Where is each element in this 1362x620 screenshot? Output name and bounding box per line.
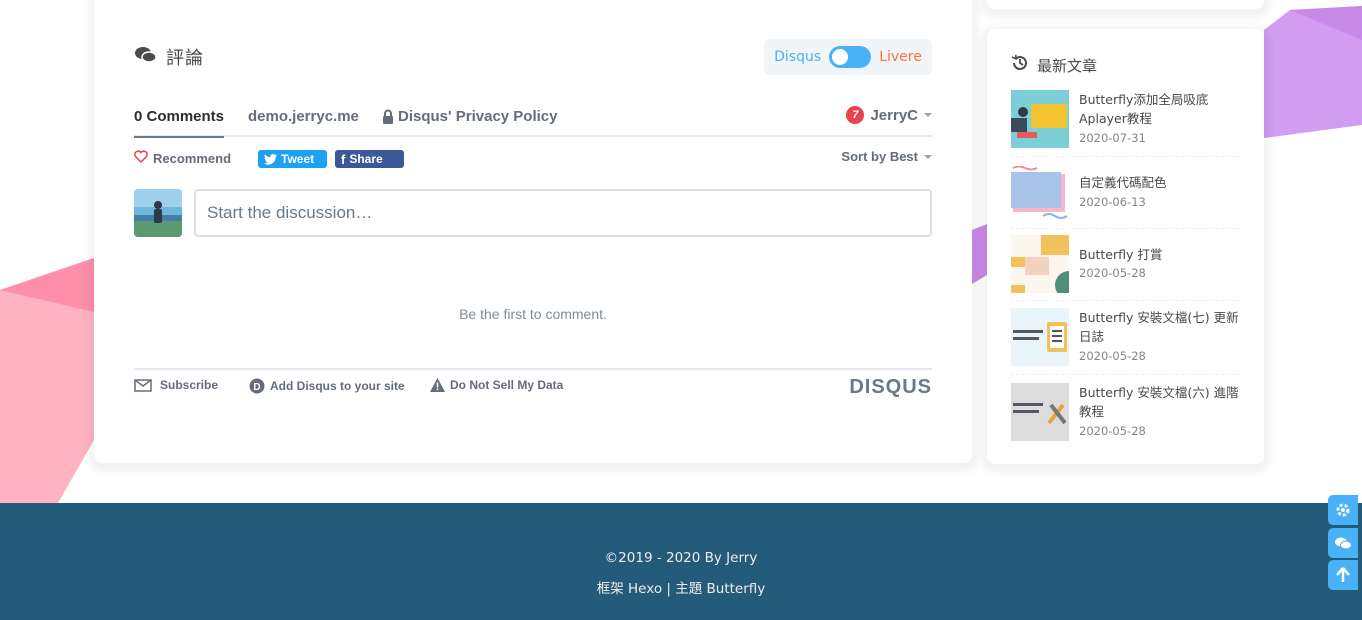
post-thumbnail[interactable] xyxy=(1011,383,1069,441)
gear-icon xyxy=(1336,503,1350,517)
post-title[interactable]: Butterfly添加全局吸底Aplayer教程 xyxy=(1079,90,1239,128)
empty-comments-text: Be the first to comment. xyxy=(459,306,607,322)
post-thumbnail[interactable] xyxy=(1011,308,1069,366)
post-date: 2020-05-28 xyxy=(1079,424,1146,438)
tweet-label: Tweet xyxy=(281,152,315,166)
chevron-down-icon xyxy=(924,154,932,159)
arrow-up-icon xyxy=(1336,567,1350,582)
subscribe-link[interactable]: Subscribe xyxy=(134,378,218,392)
heart-icon xyxy=(134,150,148,166)
recent-post-item[interactable]: Butterfly 安裝文檔(七) 更新日誌 2020-05-28 xyxy=(1011,308,1239,366)
twitter-icon xyxy=(264,153,277,165)
tab-privacy-policy[interactable]: Disqus' Privacy Policy xyxy=(382,108,557,125)
facebook-share-button[interactable]: f Share xyxy=(335,150,404,168)
post-title[interactable]: Butterfly 打賞 xyxy=(1079,245,1239,264)
share-label: Share xyxy=(349,152,383,166)
post-thumbnail[interactable] xyxy=(1011,90,1069,148)
disqus-nav: 0 Comments demo.jerryc.me Disqus' Privac… xyxy=(134,100,932,138)
add-disqus-link[interactable]: D Add Disqus to your site xyxy=(249,378,405,394)
divider xyxy=(1011,374,1239,375)
tab-community[interactable]: demo.jerryc.me xyxy=(248,108,359,125)
do-not-sell-label: Do Not Sell My Data xyxy=(450,378,564,392)
subscribe-label: Subscribe xyxy=(160,378,219,392)
facebook-icon: f xyxy=(341,151,346,167)
comments-icon xyxy=(1335,537,1352,549)
footer-copyright: ©2019 - 2020 By Jerry xyxy=(604,550,758,566)
disqus-actions: Recommend Tweet f Share Sort by Best xyxy=(134,148,932,170)
divider xyxy=(1011,300,1239,301)
switch-livere-label[interactable]: Livere xyxy=(879,49,922,65)
post-date: 2020-05-28 xyxy=(1079,266,1146,280)
site-footer: ©2019 - 2020 By Jerry 框架 Hexo | 主題 Butte… xyxy=(0,503,1362,620)
recent-posts-title: 最新文章 xyxy=(1037,56,1098,75)
recent-post-item[interactable]: Butterfly 安裝文檔(六) 進階教程 2020-05-28 xyxy=(1011,383,1239,441)
recommend-button[interactable]: Recommend xyxy=(134,150,231,166)
chevron-down-icon xyxy=(924,113,932,117)
post-title[interactable]: Butterfly 安裝文檔(六) 進階教程 xyxy=(1079,383,1239,421)
user-menu[interactable]: 7 JerryC xyxy=(846,106,932,124)
post-thumbnail[interactable] xyxy=(1011,235,1069,293)
comment-header: 評論 xyxy=(134,44,204,70)
post-date: 2020-06-13 xyxy=(1079,195,1146,209)
sort-label: Sort by Best xyxy=(841,149,918,164)
tweet-button[interactable]: Tweet xyxy=(258,150,327,168)
back-to-top-button[interactable] xyxy=(1328,560,1358,590)
post-date: 2020-07-31 xyxy=(1079,131,1146,145)
envelope-icon xyxy=(134,378,152,392)
tab-comments-count[interactable]: 0 Comments xyxy=(134,108,225,138)
svg-text:D: D xyxy=(253,382,260,393)
disqus-d-icon: D xyxy=(249,378,265,394)
divider xyxy=(1011,156,1239,157)
avatar xyxy=(134,189,182,237)
comment-switch: Disqus Livere xyxy=(764,39,932,75)
do-not-sell-link[interactable]: Do Not Sell My Data xyxy=(430,378,563,392)
recent-post-item[interactable]: 自定義代碼配色 2020-06-13 xyxy=(1011,166,1239,224)
recent-post-item[interactable]: Butterfly添加全局吸底Aplayer教程 2020-07-31 xyxy=(1011,90,1239,148)
recommend-label: Recommend xyxy=(153,150,232,166)
footer-framework[interactable]: 框架 Hexo | 主題 Butterfly xyxy=(0,577,1362,597)
disqus-logo[interactable]: DISQUS xyxy=(849,376,932,399)
post-date: 2020-05-28 xyxy=(1079,349,1146,363)
recent-posts-header: 最新文章 xyxy=(1011,54,1097,76)
settings-button[interactable] xyxy=(1328,495,1358,525)
username: JerryC xyxy=(870,106,918,124)
privacy-policy-label: Disqus' Privacy Policy xyxy=(398,108,558,125)
comments-jump-button[interactable] xyxy=(1328,528,1358,558)
history-icon xyxy=(1011,54,1029,76)
notification-badge[interactable]: 7 xyxy=(846,106,865,124)
add-disqus-label: Add Disqus to your site xyxy=(270,379,405,393)
switch-disqus-label[interactable]: Disqus xyxy=(774,49,821,65)
post-title[interactable]: 自定義代碼配色 xyxy=(1079,173,1239,192)
sort-dropdown[interactable]: Sort by Best xyxy=(841,149,932,164)
post-thumbnail[interactable] xyxy=(1011,166,1069,224)
warning-icon xyxy=(430,378,445,392)
lock-icon xyxy=(383,109,393,124)
disqus-footer: Subscribe D Add Disqus to your site Do N… xyxy=(134,368,932,398)
comment-toggle[interactable] xyxy=(829,46,872,68)
discussion-input[interactable]: Start the discussion… xyxy=(194,189,932,237)
aside-card-top xyxy=(987,0,1264,9)
comment-title: 評論 xyxy=(166,48,204,69)
divider xyxy=(1011,228,1239,229)
recent-post-item[interactable]: Butterfly 打賞 2020-05-28 xyxy=(1011,235,1239,293)
post-title[interactable]: Butterfly 安裝文檔(七) 更新日誌 xyxy=(1079,308,1239,346)
comments-icon xyxy=(134,45,158,69)
